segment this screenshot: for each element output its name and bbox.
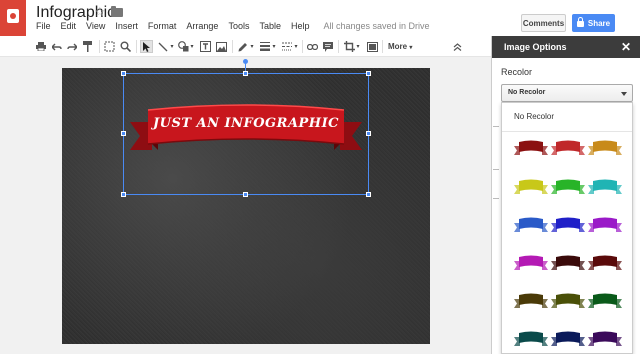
recolor-swatch[interactable] bbox=[514, 292, 548, 310]
recolor-swatch[interactable] bbox=[588, 330, 622, 348]
recolor-swatch[interactable] bbox=[514, 216, 548, 234]
recolor-swatch[interactable] bbox=[551, 178, 585, 196]
recolor-swatch[interactable] bbox=[514, 330, 548, 348]
chevron-down-icon bbox=[621, 92, 627, 96]
recolor-swatch[interactable] bbox=[588, 216, 622, 234]
recolor-swatch[interactable] bbox=[588, 178, 622, 196]
comment-icon[interactable] bbox=[322, 40, 334, 53]
redo-icon[interactable] bbox=[67, 40, 77, 53]
line-icon[interactable] bbox=[157, 40, 169, 53]
line-weight-icon[interactable] bbox=[259, 40, 271, 53]
resize-handle-w[interactable] bbox=[121, 131, 126, 136]
share-button[interactable]: Share bbox=[572, 14, 615, 32]
recolor-swatch[interactable] bbox=[588, 254, 622, 272]
more-label: More bbox=[388, 42, 408, 51]
recolor-label: Recolor bbox=[501, 67, 533, 77]
menu-tools[interactable]: Tools bbox=[228, 21, 249, 31]
resize-handle-ne[interactable] bbox=[366, 71, 371, 76]
panel-edge-mark bbox=[493, 198, 499, 199]
menu-format[interactable]: Format bbox=[148, 21, 177, 31]
zoom-icon[interactable] bbox=[120, 40, 131, 53]
resize-handle-n[interactable] bbox=[243, 71, 248, 76]
panel-title: Image Options bbox=[504, 42, 567, 52]
select-icon[interactable] bbox=[140, 40, 153, 53]
recolor-swatch[interactable] bbox=[588, 292, 622, 310]
recolor-swatch[interactable] bbox=[551, 139, 585, 157]
folder-icon[interactable] bbox=[111, 6, 123, 17]
resize-handle-s[interactable] bbox=[243, 192, 248, 197]
rotation-handle[interactable] bbox=[243, 59, 248, 64]
recolor-swatch[interactable] bbox=[514, 178, 548, 196]
line-dropdown-icon[interactable]: ▾ bbox=[169, 40, 175, 53]
comments-button[interactable]: Comments bbox=[521, 14, 566, 32]
image-options-icon[interactable] bbox=[366, 40, 378, 53]
menu-insert[interactable]: Insert bbox=[115, 21, 138, 31]
more-button[interactable]: More ▾ bbox=[388, 42, 412, 51]
recolor-dropdown[interactable]: No Recolor bbox=[501, 84, 633, 102]
menu-view[interactable]: View bbox=[86, 21, 105, 31]
share-label: Share bbox=[587, 18, 611, 28]
recolor-menu: No Recolor bbox=[501, 102, 633, 354]
recolor-swatch[interactable] bbox=[551, 330, 585, 348]
recolor-swatch[interactable] bbox=[588, 139, 622, 157]
line-dash-icon[interactable] bbox=[281, 40, 293, 53]
panel-edge-mark bbox=[493, 169, 499, 170]
menu-help[interactable]: Help bbox=[291, 21, 310, 31]
resize-handle-nw[interactable] bbox=[121, 71, 126, 76]
resize-handle-e[interactable] bbox=[366, 131, 371, 136]
recolor-option-none[interactable]: No Recolor bbox=[514, 112, 554, 121]
dash-dropdown-icon[interactable]: ▾ bbox=[293, 40, 299, 53]
recolor-swatch[interactable] bbox=[551, 292, 585, 310]
undo-icon[interactable] bbox=[52, 40, 62, 53]
toolbar: ▾ ▾ ▾ ▾ ▾ ▾ bbox=[0, 36, 491, 57]
pen-dropdown-icon[interactable]: ▾ bbox=[249, 40, 255, 53]
resize-handle-sw[interactable] bbox=[121, 192, 126, 197]
menu-divider bbox=[502, 131, 632, 132]
shape-dropdown-icon[interactable]: ▾ bbox=[189, 40, 195, 53]
shape-icon[interactable] bbox=[177, 40, 189, 53]
image-options-panel: Image Options ✕ Recolor No Recolor No Re… bbox=[491, 36, 640, 354]
recolor-selected: No Recolor bbox=[508, 89, 546, 96]
textbox-icon[interactable] bbox=[199, 40, 211, 53]
crop-icon[interactable] bbox=[343, 40, 355, 53]
selection-box[interactable] bbox=[123, 73, 369, 195]
menubar: File Edit View Insert Format Arrange Too… bbox=[36, 21, 440, 31]
star-icon[interactable]: ☆ bbox=[94, 4, 106, 20]
resize-handle-se[interactable] bbox=[366, 192, 371, 197]
menu-edit[interactable]: Edit bbox=[61, 21, 77, 31]
lock-icon bbox=[576, 17, 584, 27]
recolor-swatch[interactable] bbox=[514, 254, 548, 272]
menu-file[interactable]: File bbox=[36, 21, 51, 31]
collapse-icon[interactable] bbox=[451, 40, 463, 53]
pen-color-icon[interactable] bbox=[237, 40, 249, 53]
menu-arrange[interactable]: Arrange bbox=[186, 21, 218, 31]
panel-edge-mark bbox=[493, 126, 499, 127]
crop-dropdown-icon[interactable]: ▾ bbox=[355, 40, 361, 53]
recolor-swatch[interactable] bbox=[551, 216, 585, 234]
recolor-swatch[interactable] bbox=[551, 254, 585, 272]
zoom-fit-icon[interactable] bbox=[104, 40, 115, 53]
weight-dropdown-icon[interactable]: ▾ bbox=[271, 40, 277, 53]
link-icon[interactable] bbox=[306, 40, 318, 53]
close-icon[interactable]: ✕ bbox=[621, 40, 631, 54]
save-status[interactable]: All changes saved in Drive bbox=[324, 21, 430, 31]
panel-header: Image Options ✕ bbox=[492, 36, 640, 58]
slides-logo-icon[interactable] bbox=[0, 0, 26, 36]
paint-format-icon[interactable] bbox=[82, 40, 92, 53]
recolor-swatch[interactable] bbox=[514, 139, 548, 157]
menu-table[interactable]: Table bbox=[259, 21, 281, 31]
image-icon[interactable] bbox=[215, 40, 227, 53]
print-icon[interactable] bbox=[36, 40, 46, 53]
